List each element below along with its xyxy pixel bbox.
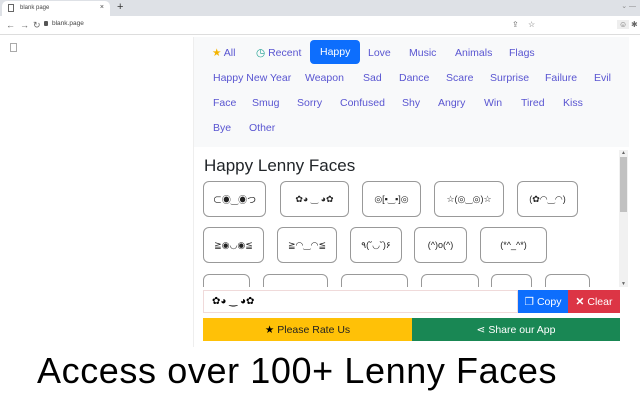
rate-button[interactable]: ★ Please Rate Us (203, 318, 412, 341)
tab-bar: blank page × + ⌄ — (0, 0, 640, 16)
blank-page-icon (10, 43, 17, 52)
category-music[interactable]: Music (409, 47, 436, 59)
promo-caption: Access over 100+ Lenny Faces (37, 350, 558, 391)
star-icon: ★ (212, 47, 222, 59)
reload-icon[interactable]: ↻ (33, 20, 41, 31)
category-smug[interactable]: Smug (252, 97, 279, 109)
category-happy[interactable]: Happy (310, 40, 361, 64)
category-bye[interactable]: Bye (213, 122, 231, 134)
x-icon: ✕ (575, 295, 585, 308)
copy-icon: ❐ (524, 295, 534, 308)
new-tab-button[interactable]: + (117, 1, 123, 13)
clear-label: Clear (587, 295, 613, 308)
page-icon (8, 4, 14, 12)
face-item[interactable]: ٩(˘◡˘)۶ (350, 227, 402, 263)
face-item[interactable] (421, 274, 479, 287)
category-sorry[interactable]: Sorry (297, 97, 322, 109)
category-all[interactable]: ★ All (212, 47, 235, 59)
bookmark-star-icon[interactable]: ☆ (528, 20, 535, 29)
share-page-icon[interactable]: ⇪ (512, 20, 519, 29)
face-item[interactable]: (^)o(^) (414, 227, 467, 263)
url-field[interactable]: blank.page (52, 20, 84, 27)
face-item[interactable]: ✿◕ ‿ ◕✿ (280, 181, 349, 217)
category-label: Recent (268, 47, 302, 59)
share-icon: ⋖ (476, 323, 486, 336)
back-icon[interactable]: ← (6, 20, 15, 30)
clock-icon: ◷ (256, 47, 266, 59)
category-face[interactable]: Face (213, 97, 236, 109)
category-nav: ★ All ◷ Recent Happy Love Music Animals … (194, 37, 629, 147)
category-kiss[interactable]: Kiss (563, 97, 583, 109)
faces-list: Happy Lenny Faces ⊂◉‿◉つ ✿◕ ‿ ◕✿ ◎[▪‿▪]◎ … (194, 150, 629, 287)
face-item[interactable]: ◎[▪‿▪]◎ (362, 181, 421, 217)
category-animals[interactable]: Animals (455, 47, 492, 59)
face-item[interactable]: (✿◠‿◠) (517, 181, 578, 217)
face-item[interactable] (341, 274, 408, 287)
extension-popup: ★ All ◷ Recent Happy Love Music Animals … (193, 37, 629, 347)
face-item[interactable]: ☆(◎‿◎)☆ (434, 181, 504, 217)
browser-tab[interactable]: blank page × (2, 1, 110, 16)
face-item[interactable]: ≧◠‿◠≦ (277, 227, 337, 263)
category-failure[interactable]: Failure (545, 72, 577, 84)
selected-face-input[interactable]: ✿◕ ‿ ◕✿ (203, 290, 518, 313)
clear-button[interactable]: ✕ Clear (568, 290, 620, 313)
category-win[interactable]: Win (484, 97, 502, 109)
category-weapon[interactable]: Weapon (305, 72, 344, 84)
star-icon: ★ (264, 323, 275, 336)
face-item[interactable]: ⊂◉‿◉つ (203, 181, 266, 217)
category-label: All (223, 47, 236, 59)
forward-icon[interactable]: → (20, 20, 29, 30)
address-bar: ← → ↻ blank.page ⇪ ☆ ☺ ✱ (0, 16, 640, 35)
close-tab-icon[interactable]: × (100, 4, 104, 11)
category-dance[interactable]: Dance (399, 72, 429, 84)
scrollbar[interactable]: ▲ ▼ (619, 150, 628, 287)
tab-title: blank page (20, 5, 50, 11)
face-item[interactable]: ≧◉◡◉≦ (203, 227, 264, 263)
scrollbar-thumb[interactable] (620, 157, 627, 212)
category-recent[interactable]: ◷ Recent (256, 47, 301, 59)
face-item[interactable] (203, 274, 250, 287)
face-item[interactable]: (*^_^*) (480, 227, 547, 263)
copy-button[interactable]: ❐ Copy (518, 290, 568, 313)
category-other[interactable]: Other (249, 122, 275, 134)
category-confused[interactable]: Confused (340, 97, 385, 109)
puzzle-icon[interactable]: ✱ (631, 20, 638, 29)
scroll-down-icon[interactable]: ▼ (621, 281, 626, 287)
window-controls[interactable]: ⌄ — (621, 2, 636, 10)
share-button[interactable]: ⋖ Share our App (412, 318, 620, 341)
category-love[interactable]: Love (368, 47, 391, 59)
category-sad[interactable]: Sad (363, 72, 382, 84)
face-item[interactable] (263, 274, 328, 287)
extension-icon[interactable]: ☺ (617, 20, 630, 29)
category-evil[interactable]: Evil (594, 72, 611, 84)
lock-icon (44, 21, 48, 26)
category-scare[interactable]: Scare (446, 72, 473, 84)
face-item[interactable] (491, 274, 532, 287)
category-tired[interactable]: Tired (521, 97, 545, 109)
category-surprise[interactable]: Surprise (490, 72, 529, 84)
category-flags[interactable]: Flags (509, 47, 535, 59)
section-title: Happy Lenny Faces (204, 156, 356, 175)
share-label: Share our App (488, 323, 556, 336)
face-item[interactable] (545, 274, 590, 287)
copy-label: Copy (536, 295, 562, 308)
category-happy-new-year[interactable]: Happy New Year (213, 72, 291, 84)
rate-label: Please Rate Us (277, 323, 351, 336)
scroll-up-icon[interactable]: ▲ (621, 150, 626, 156)
category-angry[interactable]: Angry (438, 97, 465, 109)
category-shy[interactable]: Shy (402, 97, 420, 109)
